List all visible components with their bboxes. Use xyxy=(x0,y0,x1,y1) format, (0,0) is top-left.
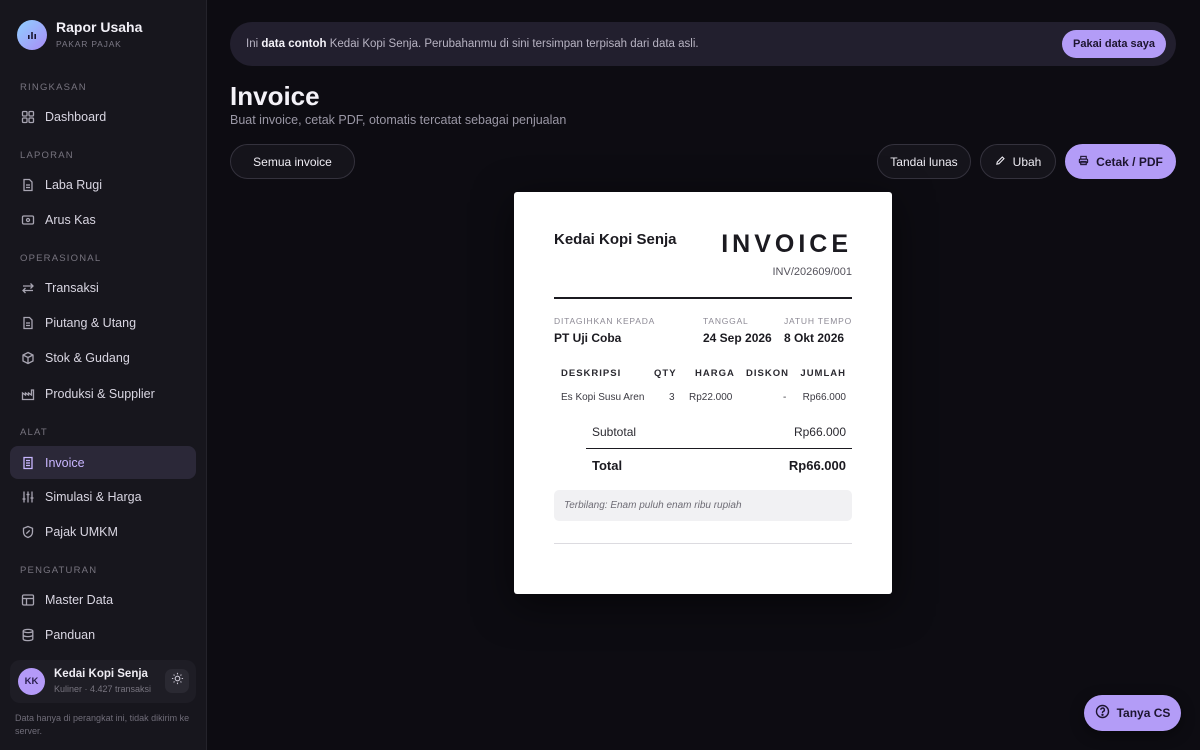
invoice-number: INV/202609/001 xyxy=(772,266,852,278)
divider xyxy=(586,448,852,449)
line-item-discount: - xyxy=(783,392,787,403)
column-header-amount: JUMLAH xyxy=(800,368,846,379)
profile-name: Kedai Kopi Senja xyxy=(54,668,148,680)
column-header-price: HARGA xyxy=(695,368,735,379)
file-icon xyxy=(20,315,35,330)
profile-meta: Kuliner · 4.427 transaksi xyxy=(54,684,152,694)
brand[interactable]: Rapor Usaha PAKAR PAJAK xyxy=(17,19,142,50)
mark-paid-button[interactable]: Tandai lunas xyxy=(877,144,971,179)
total-label: Total xyxy=(592,458,623,473)
column-header-qty: QTY xyxy=(654,368,677,379)
sidebar-item-arus-kas[interactable]: Arus Kas xyxy=(10,203,196,236)
sidebar-item-label: Laba Rugi xyxy=(45,177,102,192)
sidebar-item-pajak[interactable]: Pajak UMKM xyxy=(10,515,196,548)
divider xyxy=(554,297,852,299)
sidebar-item-invoice[interactable]: Invoice xyxy=(10,446,196,479)
billed-to-label: DITAGIHKAN KEPADA xyxy=(554,316,656,326)
section-label-alat: ALAT xyxy=(20,427,48,438)
receipt-icon xyxy=(20,455,35,470)
sidebar-item-dashboard[interactable]: Dashboard xyxy=(10,100,196,133)
line-item-price: Rp22.000 xyxy=(689,392,733,403)
sidebar-item-label: Simulasi & Harga xyxy=(45,489,142,504)
pencil-icon xyxy=(995,155,1013,169)
sidebar-item-master-data[interactable]: Master Data xyxy=(10,583,196,616)
shield-icon xyxy=(20,524,35,539)
print-pdf-button[interactable]: Cetak / PDF xyxy=(1065,144,1176,179)
sidebar-item-label: Invoice xyxy=(45,455,85,470)
mark-paid-label: Tandai lunas xyxy=(890,154,958,169)
due-date-label: JATUH TEMPO xyxy=(784,316,852,326)
divider xyxy=(554,543,852,544)
line-item-qty: 3 xyxy=(669,392,675,403)
box-icon xyxy=(20,350,35,365)
all-invoices-label: Semua invoice xyxy=(253,154,332,169)
factory-icon xyxy=(20,386,35,401)
sidebar: Rapor Usaha PAKAR PAJAK RINGKASAN Dashbo… xyxy=(0,0,207,750)
section-label-laporan: LAPORAN xyxy=(20,150,74,161)
sidebar-item-label: Stok & Gudang xyxy=(45,350,130,365)
all-invoices-button[interactable]: Semua invoice xyxy=(230,144,355,179)
line-item-amount: Rp66.000 xyxy=(802,392,846,403)
date-label: TANGGAL xyxy=(703,316,749,326)
use-my-data-button[interactable]: Pakai data saya xyxy=(1062,30,1166,58)
avatar: KK xyxy=(18,668,45,695)
sidebar-item-simulasi[interactable]: Simulasi & Harga xyxy=(10,480,196,513)
theme-toggle-button[interactable] xyxy=(165,669,189,693)
printer-icon xyxy=(1078,155,1096,169)
sidebar-item-laba-rugi[interactable]: Laba Rugi xyxy=(10,168,196,201)
sidebar-item-piutang[interactable]: Piutang & Utang xyxy=(10,306,196,339)
edit-label: Ubah xyxy=(1012,154,1042,169)
sidebar-item-label: Master Data xyxy=(45,592,114,607)
ask-cs-label: Tanya CS xyxy=(1116,706,1171,720)
column-header-description: DESKRIPSI xyxy=(561,368,622,379)
sidebar-item-stok[interactable]: Stok & Gudang xyxy=(10,341,196,374)
database-icon xyxy=(20,627,35,642)
swap-arrows-icon xyxy=(20,280,35,295)
sidebar-item-panduan[interactable]: Panduan xyxy=(10,618,196,651)
table-icon xyxy=(20,592,35,607)
subtotal-label: Subtotal xyxy=(592,425,637,439)
sidebar-item-label: Transaksi xyxy=(45,280,99,295)
sample-data-banner: Ini data contoh Kedai Kopi Senja. Peruba… xyxy=(230,22,1176,66)
subtotal-value: Rp66.000 xyxy=(793,425,846,439)
line-item-description: Es Kopi Susu Aren xyxy=(561,392,645,403)
billed-to-value: PT Uji Coba xyxy=(554,331,622,345)
document-icon xyxy=(20,177,35,192)
due-date-value: 8 Okt 2026 xyxy=(784,331,845,345)
sidebar-item-label: Arus Kas xyxy=(45,212,96,227)
privacy-footnote: Data hanya di perangkat ini, tidak dikir… xyxy=(15,713,190,736)
sun-icon xyxy=(171,672,184,690)
sidebar-item-label: Piutang & Utang xyxy=(45,315,137,330)
chart-bars-icon xyxy=(17,19,47,50)
sidebar-item-label: Pajak UMKM xyxy=(45,524,118,539)
sidebar-item-produksi[interactable]: Produksi & Supplier xyxy=(10,377,196,410)
section-label-ringkasan: RINGKASAN xyxy=(20,82,87,93)
profile-card[interactable]: KK Kedai Kopi Senja Kuliner · 4.427 tran… xyxy=(10,660,196,703)
section-label-operasional: OPERASIONAL xyxy=(20,253,102,264)
ask-cs-button[interactable]: Tanya CS xyxy=(1084,695,1181,731)
invoice-heading: INVOICE xyxy=(721,230,852,258)
banner-text: Ini data contoh Kedai Kopi Senja. Peruba… xyxy=(246,38,699,50)
grid-icon xyxy=(20,109,35,124)
page-title: Invoice xyxy=(230,81,320,111)
sidebar-item-label: Dashboard xyxy=(45,109,107,124)
page-subtitle: Buat invoice, cetak PDF, otomatis tercat… xyxy=(230,113,567,127)
brand-title: Rapor Usaha xyxy=(56,19,143,35)
help-circle-icon xyxy=(1095,704,1117,722)
invoice-preview: Kedai Kopi Senja INVOICE INV/202609/001 … xyxy=(514,192,892,594)
invoice-company: Kedai Kopi Senja xyxy=(554,231,677,248)
total-value: Rp66.000 xyxy=(788,458,846,473)
amount-in-words: Terbilang: Enam puluh enam ribu rupiah xyxy=(554,490,852,521)
sidebar-item-label: Produksi & Supplier xyxy=(45,386,155,401)
section-label-pengaturan: PENGATURAN xyxy=(20,565,98,576)
sidebar-item-label: Panduan xyxy=(45,627,96,642)
wallet-icon xyxy=(20,212,35,227)
sliders-icon xyxy=(20,489,35,504)
brand-subtitle: PAKAR PAJAK xyxy=(56,39,122,49)
sidebar-item-transaksi[interactable]: Transaksi xyxy=(10,271,196,304)
edit-button[interactable]: Ubah xyxy=(980,144,1056,179)
date-value: 24 Sep 2026 xyxy=(703,331,772,345)
print-label: Cetak / PDF xyxy=(1096,154,1163,169)
column-header-discount: DISKON xyxy=(746,368,789,379)
